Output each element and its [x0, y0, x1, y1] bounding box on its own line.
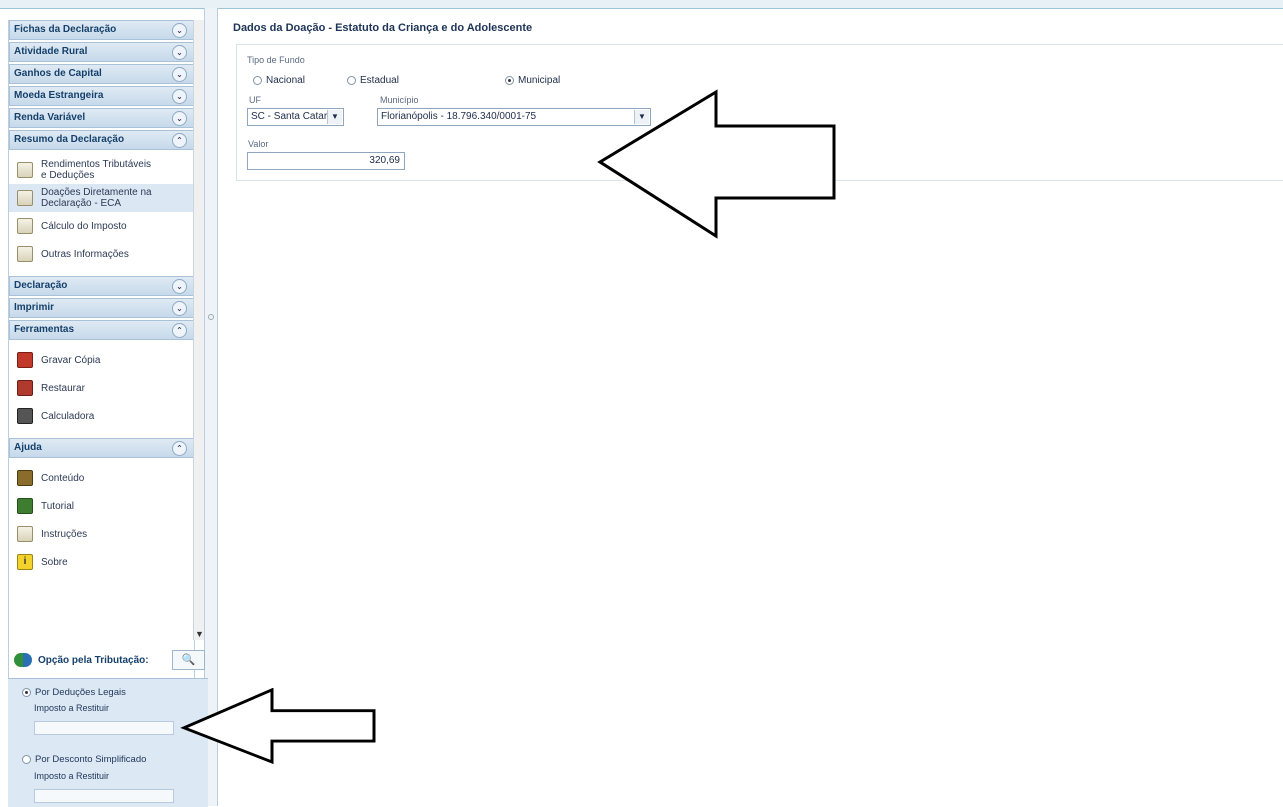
- group-ganhos-capital[interactable]: Ganhos de Capital ⌄: [9, 64, 194, 84]
- document-icon: [17, 246, 33, 262]
- group-declaracao[interactable]: Declaração ⌄: [9, 276, 194, 296]
- document-icon: [17, 218, 33, 234]
- page-title: Dados da Doação - Estatuto da Criança e …: [233, 22, 533, 34]
- group-moeda-estrangeira[interactable]: Moeda Estrangeira ⌄: [9, 86, 194, 106]
- uf-select[interactable]: SC - Santa Catari ▼: [247, 108, 344, 126]
- sidebar-item-calculadora[interactable]: Calculadora: [9, 402, 194, 430]
- flag-icon: [17, 498, 33, 514]
- radio-municipal[interactable]: Municipal: [505, 75, 560, 86]
- group-ajuda[interactable]: Ajuda ⌃: [9, 438, 194, 458]
- group-resumo[interactable]: Resumo da Declaração ⌃: [9, 130, 194, 150]
- radio-off-icon[interactable]: [253, 76, 262, 85]
- arrow-left-annotation-main: [597, 89, 836, 239]
- sidebar-item-tutorial[interactable]: Tutorial: [9, 492, 194, 520]
- calculator-icon: [17, 408, 33, 424]
- splitter-handle[interactable]: [208, 314, 214, 320]
- sidebar-item-calculo-imposto[interactable]: Cálculo do Imposto: [9, 212, 194, 240]
- imposto-restituir-deducoes-field: [34, 721, 174, 735]
- chevron-up-icon[interactable]: ⌃: [172, 133, 187, 148]
- resumo-items: Rendimentos Tributáveis e Deduções Doaçõe…: [9, 152, 194, 276]
- radio-on-icon[interactable]: [22, 688, 31, 697]
- tributacao-icon: [14, 653, 32, 667]
- sidebar-item-conteudo[interactable]: Conteúdo: [9, 464, 194, 492]
- sidebar-item-restaurar[interactable]: Restaurar: [9, 374, 194, 402]
- group-atividade-rural[interactable]: Atividade Rural ⌄: [9, 42, 194, 62]
- valor-input[interactable]: 320,69: [247, 152, 405, 170]
- document-icon: [17, 190, 33, 206]
- radio-on-icon[interactable]: [505, 76, 514, 85]
- chevron-down-icon[interactable]: ⌄: [172, 67, 187, 82]
- radio-off-icon[interactable]: [347, 76, 356, 85]
- ferramentas-items: Gravar Cópia Restaurar Calculadora: [9, 342, 194, 438]
- group-imprimir[interactable]: Imprimir ⌄: [9, 298, 194, 318]
- group-renda-variavel[interactable]: Renda Variável ⌄: [9, 108, 194, 128]
- municipio-label: Município: [380, 95, 419, 105]
- sidebar-item-rendimentos[interactable]: Rendimentos Tributáveis e Deduções: [9, 156, 194, 184]
- radio-nacional[interactable]: Nacional: [253, 75, 305, 86]
- radio-off-icon[interactable]: [22, 755, 31, 764]
- chevron-down-icon[interactable]: ⌄: [172, 279, 187, 294]
- radio-desconto-simplificado[interactable]: Por Desconto Simplificado: [22, 754, 146, 765]
- chevron-down-icon[interactable]: ⌄: [172, 111, 187, 126]
- imposto-restituir-label: Imposto a Restituir: [34, 703, 110, 713]
- arrow-left-annotation: [180, 688, 376, 765]
- restore-icon: [17, 380, 33, 396]
- chevron-down-icon[interactable]: ▼: [327, 110, 342, 124]
- book-icon: [17, 470, 33, 486]
- info-icon: i: [17, 554, 33, 570]
- sidebar-item-doacoes-eca[interactable]: Doações Diretamente na Declaração - ECA: [9, 184, 194, 212]
- floppy-icon: [17, 352, 33, 368]
- document-icon: [17, 162, 33, 178]
- sidebar-item-outras-informacoes[interactable]: Outras Informações: [9, 240, 194, 268]
- sidebar-item-sobre[interactable]: i Sobre: [9, 548, 194, 576]
- valor-label: Valor: [248, 139, 269, 149]
- group-ferramentas[interactable]: Ferramentas ⌃: [9, 320, 194, 340]
- ajuda-items: Conteúdo Tutorial Instruções i Sobre: [9, 460, 194, 584]
- chevron-up-icon[interactable]: ⌃: [172, 323, 187, 338]
- chevron-up-icon[interactable]: ⌃: [172, 441, 187, 456]
- imposto-restituir-label-2: Imposto a Restituir: [34, 771, 110, 781]
- search-icon: 🔍: [181, 654, 196, 666]
- radio-estadual[interactable]: Estadual: [347, 75, 399, 86]
- radio-deducoes-legais[interactable]: Por Deduções Legais: [22, 687, 126, 698]
- chevron-down-icon[interactable]: ⌄: [172, 23, 187, 38]
- sidebar-item-gravar-copia[interactable]: Gravar Cópia: [9, 346, 194, 374]
- chevron-down-icon[interactable]: ⌄: [172, 301, 187, 316]
- chevron-down-icon[interactable]: ⌄: [172, 45, 187, 60]
- chevron-down-icon[interactable]: ⌄: [172, 89, 187, 104]
- uf-label: UF: [249, 95, 261, 105]
- search-button[interactable]: 🔍: [172, 650, 205, 670]
- top-border: [0, 0, 1283, 9]
- document-icon: [17, 526, 33, 542]
- tipo-fundo-label: Tipo de Fundo: [247, 55, 305, 65]
- imposto-restituir-simplificado-field: [34, 789, 174, 803]
- group-fichas[interactable]: Fichas da Declaração ⌄: [9, 20, 194, 40]
- sidebar-item-instrucoes[interactable]: Instruções: [9, 520, 194, 548]
